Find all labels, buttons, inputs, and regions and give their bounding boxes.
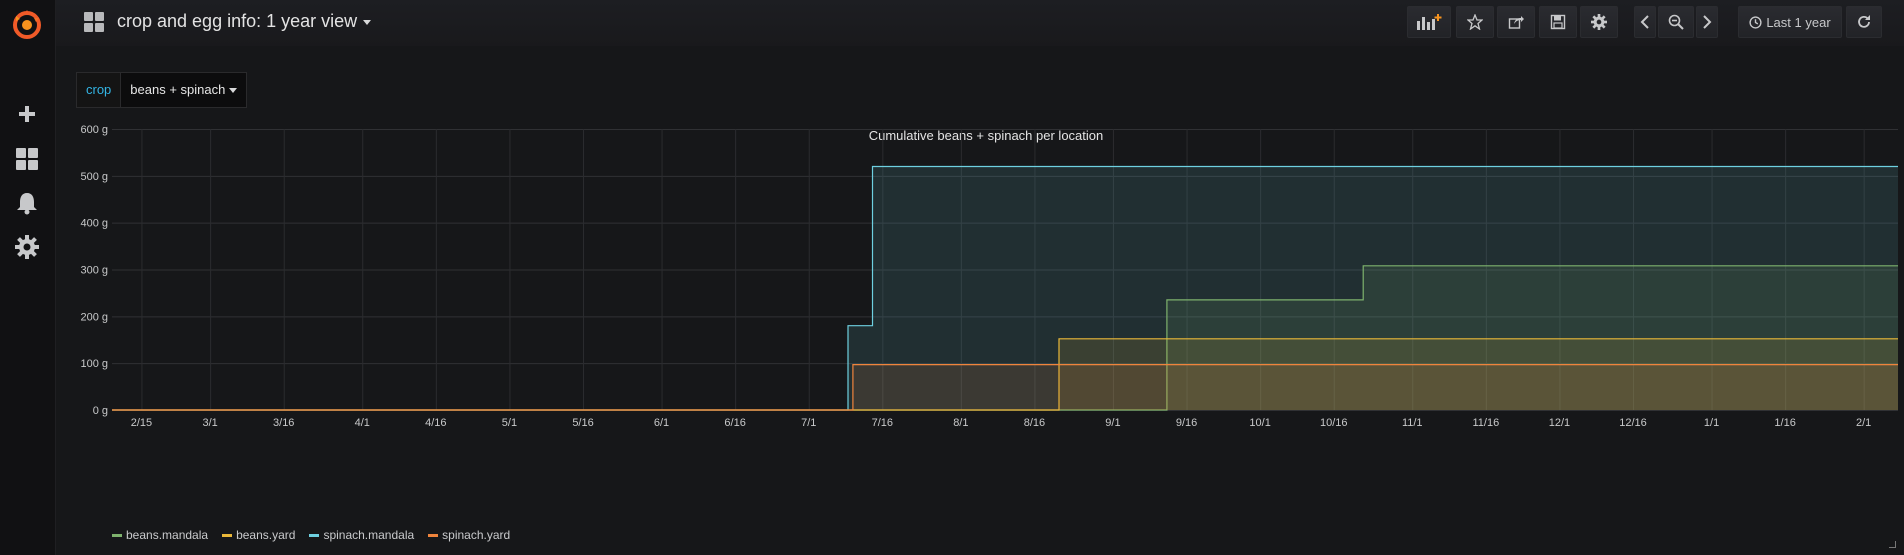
dashboards-button[interactable] xyxy=(10,142,44,176)
configuration-button[interactable] xyxy=(10,230,44,264)
add-panel-icon xyxy=(1417,14,1442,30)
x-tick-label: 6/16 xyxy=(724,417,745,429)
y-tick-label: 600 g xyxy=(80,124,108,136)
dashboard-main: crop and egg info: 1 year view Last 1 ye… xyxy=(56,0,1904,555)
x-tick-label: 9/16 xyxy=(1176,417,1197,429)
create-button[interactable] xyxy=(10,97,44,131)
series-area-spinach-yard xyxy=(112,364,1898,410)
gear-icon xyxy=(15,235,39,259)
legend-label: beans.yard xyxy=(236,528,296,542)
x-tick-label: 3/1 xyxy=(202,417,217,429)
x-tick-label: 12/1 xyxy=(1549,417,1570,429)
chevron-right-icon xyxy=(1703,15,1712,29)
legend-item-spinach-mandala[interactable]: spinach.mandala xyxy=(309,528,414,542)
y-tick-label: 100 g xyxy=(80,358,108,370)
x-tick-label: 5/1 xyxy=(502,417,517,429)
bell-icon xyxy=(17,193,37,215)
x-tick-label: 7/1 xyxy=(801,417,816,429)
share-icon xyxy=(1508,16,1524,29)
graph-legend: beans.mandala beans.yard spinach.mandala sp… xyxy=(112,528,510,542)
plus-icon xyxy=(19,106,35,122)
chevron-down-icon xyxy=(229,88,238,94)
variable-label: crop xyxy=(76,72,122,108)
x-tick-label: 5/16 xyxy=(572,417,593,429)
share-dashboard-button[interactable] xyxy=(1497,6,1535,38)
time-shift-forward-button[interactable] xyxy=(1696,6,1718,38)
x-tick-label: 4/1 xyxy=(355,417,370,429)
dashboard-grid-icon[interactable] xyxy=(84,12,104,32)
graph-chart[interactable]: 0 g 100 g 200 g 300 g 400 g 500 g 600 g 2/15 3/1… xyxy=(70,120,1902,550)
zoom-out-button[interactable] xyxy=(1658,6,1694,38)
x-tick-label: 10/16 xyxy=(1320,417,1348,429)
legend-swatch xyxy=(222,533,233,537)
x-tick-label: 8/16 xyxy=(1024,417,1045,429)
add-panel-button[interactable] xyxy=(1407,6,1451,38)
variable-value-text: beans + spinach xyxy=(130,82,226,97)
x-tick-label: 1/1 xyxy=(1704,417,1719,429)
legend-item-spinach-yard[interactable]: spinach.yard xyxy=(428,528,510,542)
x-tick-label: 11/16 xyxy=(1472,417,1499,429)
clock-icon xyxy=(1749,15,1762,29)
x-tick-label: 4/16 xyxy=(425,417,446,429)
x-tick-label: 2/1 xyxy=(1856,417,1871,429)
legend-swatch xyxy=(428,533,439,537)
dashboard-title[interactable]: crop and egg info: 1 year view xyxy=(117,11,372,32)
star-icon xyxy=(1467,14,1483,30)
gear-icon xyxy=(1591,14,1607,30)
y-tick-label: 400 g xyxy=(80,218,108,230)
y-tick-label: 500 g xyxy=(80,171,108,183)
save-dashboard-button[interactable] xyxy=(1539,6,1577,38)
legend-swatch xyxy=(309,533,320,537)
x-tick-label: 12/16 xyxy=(1619,417,1647,429)
x-tick-label: 9/1 xyxy=(1105,417,1120,429)
variable-value-dropdown[interactable]: beans + spinach xyxy=(121,72,248,108)
alerting-button[interactable] xyxy=(10,186,44,220)
side-menu xyxy=(0,0,56,555)
x-tick-label: 6/1 xyxy=(654,417,669,429)
legend-label: beans.mandala xyxy=(126,528,209,542)
x-tick-label: 11/1 xyxy=(1402,417,1423,429)
chevron-left-icon xyxy=(1640,15,1649,29)
chevron-down-icon xyxy=(363,19,372,25)
x-tick-label: 10/1 xyxy=(1249,417,1270,429)
x-tick-label: 3/16 xyxy=(273,417,294,429)
star-dashboard-button[interactable] xyxy=(1456,6,1494,38)
dashboard-settings-button[interactable] xyxy=(1580,6,1618,38)
time-picker-button[interactable]: Last 1 year xyxy=(1738,6,1842,38)
y-tick-label: 200 g xyxy=(80,311,108,323)
graph-panel: Cumulative beans + spinach per location … xyxy=(70,120,1902,550)
refresh-icon xyxy=(1858,15,1870,28)
dashboards-icon xyxy=(16,148,38,170)
x-tick-label: 2/15 xyxy=(131,417,152,429)
y-tick-label: 300 g xyxy=(80,265,108,277)
dashboard-title-text: crop and egg info: 1 year view xyxy=(117,11,358,31)
dashboard-navbar: crop and egg info: 1 year view Last 1 ye… xyxy=(56,0,1904,46)
refresh-button[interactable] xyxy=(1846,6,1882,38)
zoom-out-icon xyxy=(1668,14,1684,30)
x-tick-label: 8/1 xyxy=(953,417,968,429)
grafana-logo-icon[interactable] xyxy=(9,6,45,42)
time-shift-back-button[interactable] xyxy=(1634,6,1656,38)
panel-resize-handle[interactable] xyxy=(1889,541,1896,548)
save-icon xyxy=(1550,14,1566,30)
legend-label: spinach.mandala xyxy=(323,528,415,542)
x-tick-label: 7/16 xyxy=(872,417,893,429)
x-tick-label: 1/16 xyxy=(1774,417,1795,429)
legend-item-beans-mandala[interactable]: beans.mandala xyxy=(112,528,208,542)
y-tick-label: 0 g xyxy=(93,405,108,417)
legend-swatch xyxy=(112,533,122,537)
time-range-label: Last 1 year xyxy=(1766,14,1831,30)
legend-label: spinach.yard xyxy=(442,528,511,542)
legend-item-beans-yard[interactable]: beans.yard xyxy=(222,528,295,542)
template-variable-crop: crop beans + spinach xyxy=(76,72,248,108)
